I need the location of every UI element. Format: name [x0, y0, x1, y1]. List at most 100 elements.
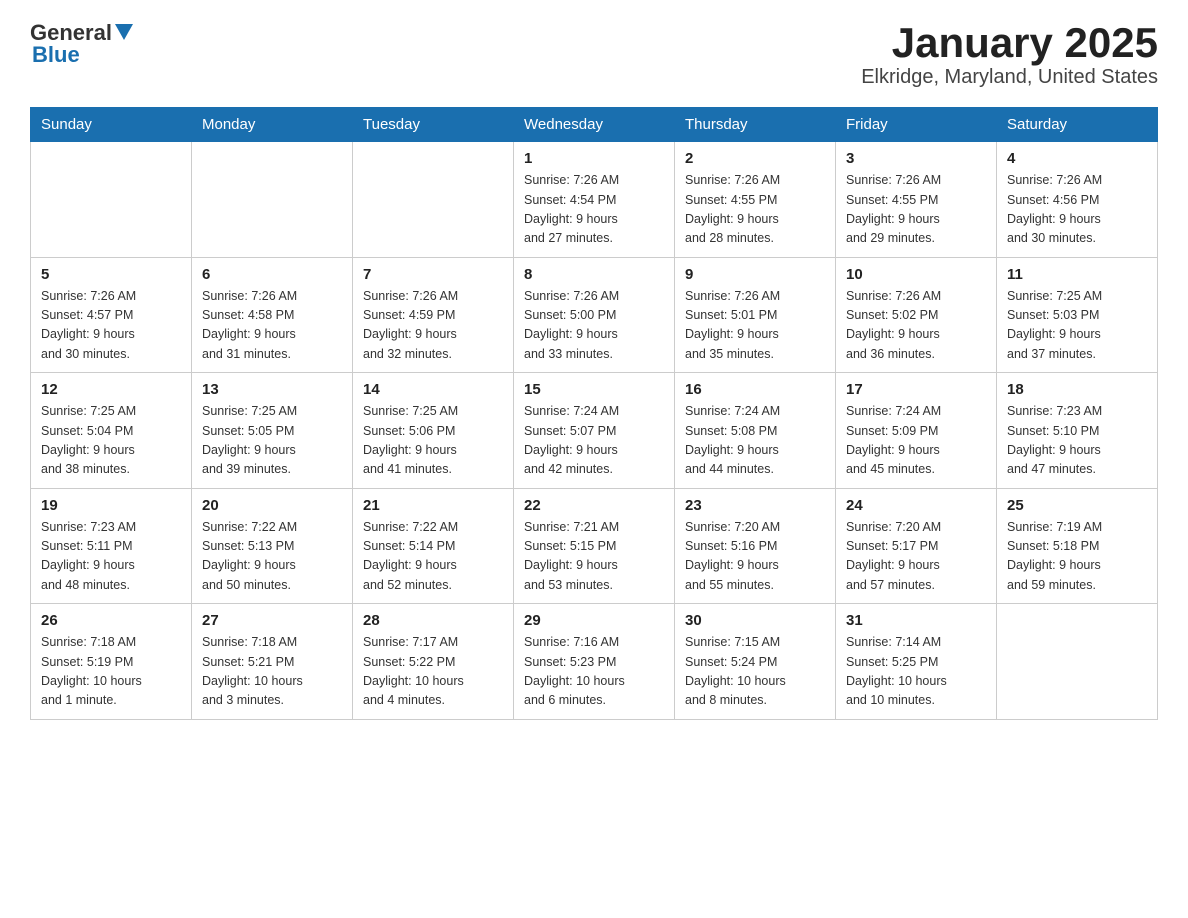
day-info: Sunrise: 7:20 AMSunset: 5:17 PMDaylight:… — [846, 518, 986, 596]
calendar-day-cell: 4 Sunrise: 7:26 AMSunset: 4:56 PMDaylight… — [997, 142, 1158, 258]
calendar-table: SundayMondayTuesdayWednesdayThursdayFrid… — [30, 107, 1158, 720]
day-of-week-header: Sunday — [31, 108, 192, 142]
day-info: Sunrise: 7:26 AMSunset: 4:57 PMDaylight:… — [41, 287, 181, 365]
day-info: Sunrise: 7:26 AMSunset: 4:55 PMDaylight:… — [846, 171, 986, 249]
day-number: 5 — [41, 266, 181, 283]
calendar-day-cell: 10 Sunrise: 7:26 AMSunset: 5:02 PMDayligh… — [836, 257, 997, 373]
calendar-day-cell: 22 Sunrise: 7:21 AMSunset: 5:15 PMDayligh… — [514, 488, 675, 604]
day-of-week-header: Tuesday — [353, 108, 514, 142]
page-title: January 2025 — [861, 20, 1158, 66]
day-info: Sunrise: 7:15 AMSunset: 5:24 PMDaylight:… — [685, 633, 825, 711]
day-number: 19 — [41, 497, 181, 514]
day-number: 10 — [846, 266, 986, 283]
day-number: 17 — [846, 381, 986, 398]
calendar-day-cell — [997, 604, 1158, 720]
calendar-week-row: 26Sunrise: 7:18 AMSunset: 5:19 PMDayligh… — [31, 604, 1158, 720]
calendar-day-cell: 2 Sunrise: 7:26 AMSunset: 4:55 PMDaylight… — [675, 142, 836, 258]
day-info: Sunrise: 7:22 AMSunset: 5:13 PMDaylight:… — [202, 518, 342, 596]
day-number: 20 — [202, 497, 342, 514]
day-info: Sunrise: 7:26 AMSunset: 4:55 PMDaylight:… — [685, 171, 825, 249]
day-info: Sunrise: 7:24 AMSunset: 5:09 PMDaylight:… — [846, 402, 986, 480]
logo-triangle-icon — [115, 24, 133, 45]
calendar-day-cell — [353, 142, 514, 258]
day-info: Sunrise: 7:21 AMSunset: 5:15 PMDaylight:… — [524, 518, 664, 596]
calendar-day-cell: 8 Sunrise: 7:26 AMSunset: 5:00 PMDaylight… — [514, 257, 675, 373]
days-of-week-row: SundayMondayTuesdayWednesdayThursdayFrid… — [31, 108, 1158, 142]
day-of-week-header: Monday — [192, 108, 353, 142]
logo-blue-text: Blue — [32, 42, 80, 68]
page-subtitle: Elkridge, Maryland, United States — [861, 66, 1158, 89]
calendar-day-cell: 20 Sunrise: 7:22 AMSunset: 5:13 PMDayligh… — [192, 488, 353, 604]
calendar-body: 1 Sunrise: 7:26 AMSunset: 4:54 PMDaylight… — [31, 142, 1158, 720]
calendar-day-cell: 23 Sunrise: 7:20 AMSunset: 5:16 PMDayligh… — [675, 488, 836, 604]
day-number: 8 — [524, 266, 664, 283]
day-number: 7 — [363, 266, 503, 283]
day-info: Sunrise: 7:26 AMSunset: 4:56 PMDaylight:… — [1007, 171, 1147, 249]
day-number: 16 — [685, 381, 825, 398]
day-info: Sunrise: 7:26 AMSunset: 4:59 PMDaylight:… — [363, 287, 503, 365]
day-number: 11 — [1007, 266, 1147, 283]
day-info: Sunrise: 7:26 AMSunset: 4:58 PMDaylight:… — [202, 287, 342, 365]
calendar-week-row: 12Sunrise: 7:25 AMSunset: 5:04 PMDayligh… — [31, 373, 1158, 489]
calendar-day-cell: 14Sunrise: 7:25 AMSunset: 5:06 PMDayligh… — [353, 373, 514, 489]
day-info: Sunrise: 7:24 AMSunset: 5:08 PMDaylight:… — [685, 402, 825, 480]
day-number: 29 — [524, 612, 664, 629]
day-number: 24 — [846, 497, 986, 514]
calendar-day-cell: 19 Sunrise: 7:23 AMSunset: 5:11 PMDayligh… — [31, 488, 192, 604]
calendar-day-cell: 3 Sunrise: 7:26 AMSunset: 4:55 PMDaylight… — [836, 142, 997, 258]
day-number: 4 — [1007, 150, 1147, 167]
day-number: 3 — [846, 150, 986, 167]
calendar-day-cell: 11 Sunrise: 7:25 AMSunset: 5:03 PMDayligh… — [997, 257, 1158, 373]
calendar-day-cell: 6 Sunrise: 7:26 AMSunset: 4:58 PMDaylight… — [192, 257, 353, 373]
day-info: Sunrise: 7:17 AMSunset: 5:22 PMDaylight:… — [363, 633, 503, 711]
calendar-day-cell — [192, 142, 353, 258]
calendar-day-cell — [31, 142, 192, 258]
day-info: Sunrise: 7:26 AMSunset: 5:02 PMDaylight:… — [846, 287, 986, 365]
day-info: Sunrise: 7:26 AMSunset: 5:00 PMDaylight:… — [524, 287, 664, 365]
day-info: Sunrise: 7:20 AMSunset: 5:16 PMDaylight:… — [685, 518, 825, 596]
day-info: Sunrise: 7:23 AMSunset: 5:11 PMDaylight:… — [41, 518, 181, 596]
calendar-week-row: 19 Sunrise: 7:23 AMSunset: 5:11 PMDayligh… — [31, 488, 1158, 604]
calendar-day-cell: 13Sunrise: 7:25 AMSunset: 5:05 PMDayligh… — [192, 373, 353, 489]
calendar-day-cell: 18Sunrise: 7:23 AMSunset: 5:10 PMDayligh… — [997, 373, 1158, 489]
calendar-day-cell: 26Sunrise: 7:18 AMSunset: 5:19 PMDayligh… — [31, 604, 192, 720]
day-info: Sunrise: 7:19 AMSunset: 5:18 PMDaylight:… — [1007, 518, 1147, 596]
day-info: Sunrise: 7:26 AMSunset: 5:01 PMDaylight:… — [685, 287, 825, 365]
day-number: 6 — [202, 266, 342, 283]
day-number: 25 — [1007, 497, 1147, 514]
day-number: 22 — [524, 497, 664, 514]
day-info: Sunrise: 7:25 AMSunset: 5:03 PMDaylight:… — [1007, 287, 1147, 365]
day-number: 28 — [363, 612, 503, 629]
day-info: Sunrise: 7:25 AMSunset: 5:06 PMDaylight:… — [363, 402, 503, 480]
calendar-day-cell: 21Sunrise: 7:22 AMSunset: 5:14 PMDayligh… — [353, 488, 514, 604]
day-info: Sunrise: 7:26 AMSunset: 4:54 PMDaylight:… — [524, 171, 664, 249]
calendar-week-row: 5 Sunrise: 7:26 AMSunset: 4:57 PMDaylight… — [31, 257, 1158, 373]
day-number: 15 — [524, 381, 664, 398]
day-of-week-header: Thursday — [675, 108, 836, 142]
calendar-day-cell: 9Sunrise: 7:26 AMSunset: 5:01 PMDaylight… — [675, 257, 836, 373]
page-header: General Blue January 2025 Elkridge, Mary… — [30, 20, 1158, 89]
day-info: Sunrise: 7:25 AMSunset: 5:05 PMDaylight:… — [202, 402, 342, 480]
calendar-day-cell: 16 Sunrise: 7:24 AMSunset: 5:08 PMDayligh… — [675, 373, 836, 489]
calendar-day-cell: 27 Sunrise: 7:18 AMSunset: 5:21 PMDayligh… — [192, 604, 353, 720]
day-number: 2 — [685, 150, 825, 167]
day-of-week-header: Wednesday — [514, 108, 675, 142]
day-of-week-header: Friday — [836, 108, 997, 142]
calendar-day-cell: 15 Sunrise: 7:24 AMSunset: 5:07 PMDayligh… — [514, 373, 675, 489]
day-number: 27 — [202, 612, 342, 629]
day-number: 1 — [524, 150, 664, 167]
day-number: 21 — [363, 497, 503, 514]
calendar-day-cell: 29 Sunrise: 7:16 AMSunset: 5:23 PMDayligh… — [514, 604, 675, 720]
day-number: 23 — [685, 497, 825, 514]
calendar-day-cell: 1 Sunrise: 7:26 AMSunset: 4:54 PMDaylight… — [514, 142, 675, 258]
calendar-header: SundayMondayTuesdayWednesdayThursdayFrid… — [31, 108, 1158, 142]
day-info: Sunrise: 7:24 AMSunset: 5:07 PMDaylight:… — [524, 402, 664, 480]
day-info: Sunrise: 7:16 AMSunset: 5:23 PMDaylight:… — [524, 633, 664, 711]
day-info: Sunrise: 7:18 AMSunset: 5:21 PMDaylight:… — [202, 633, 342, 711]
calendar-day-cell: 12Sunrise: 7:25 AMSunset: 5:04 PMDayligh… — [31, 373, 192, 489]
day-of-week-header: Saturday — [997, 108, 1158, 142]
day-info: Sunrise: 7:18 AMSunset: 5:19 PMDaylight:… — [41, 633, 181, 711]
day-info: Sunrise: 7:14 AMSunset: 5:25 PMDaylight:… — [846, 633, 986, 711]
calendar-week-row: 1 Sunrise: 7:26 AMSunset: 4:54 PMDaylight… — [31, 142, 1158, 258]
calendar-day-cell: 31Sunrise: 7:14 AMSunset: 5:25 PMDayligh… — [836, 604, 997, 720]
